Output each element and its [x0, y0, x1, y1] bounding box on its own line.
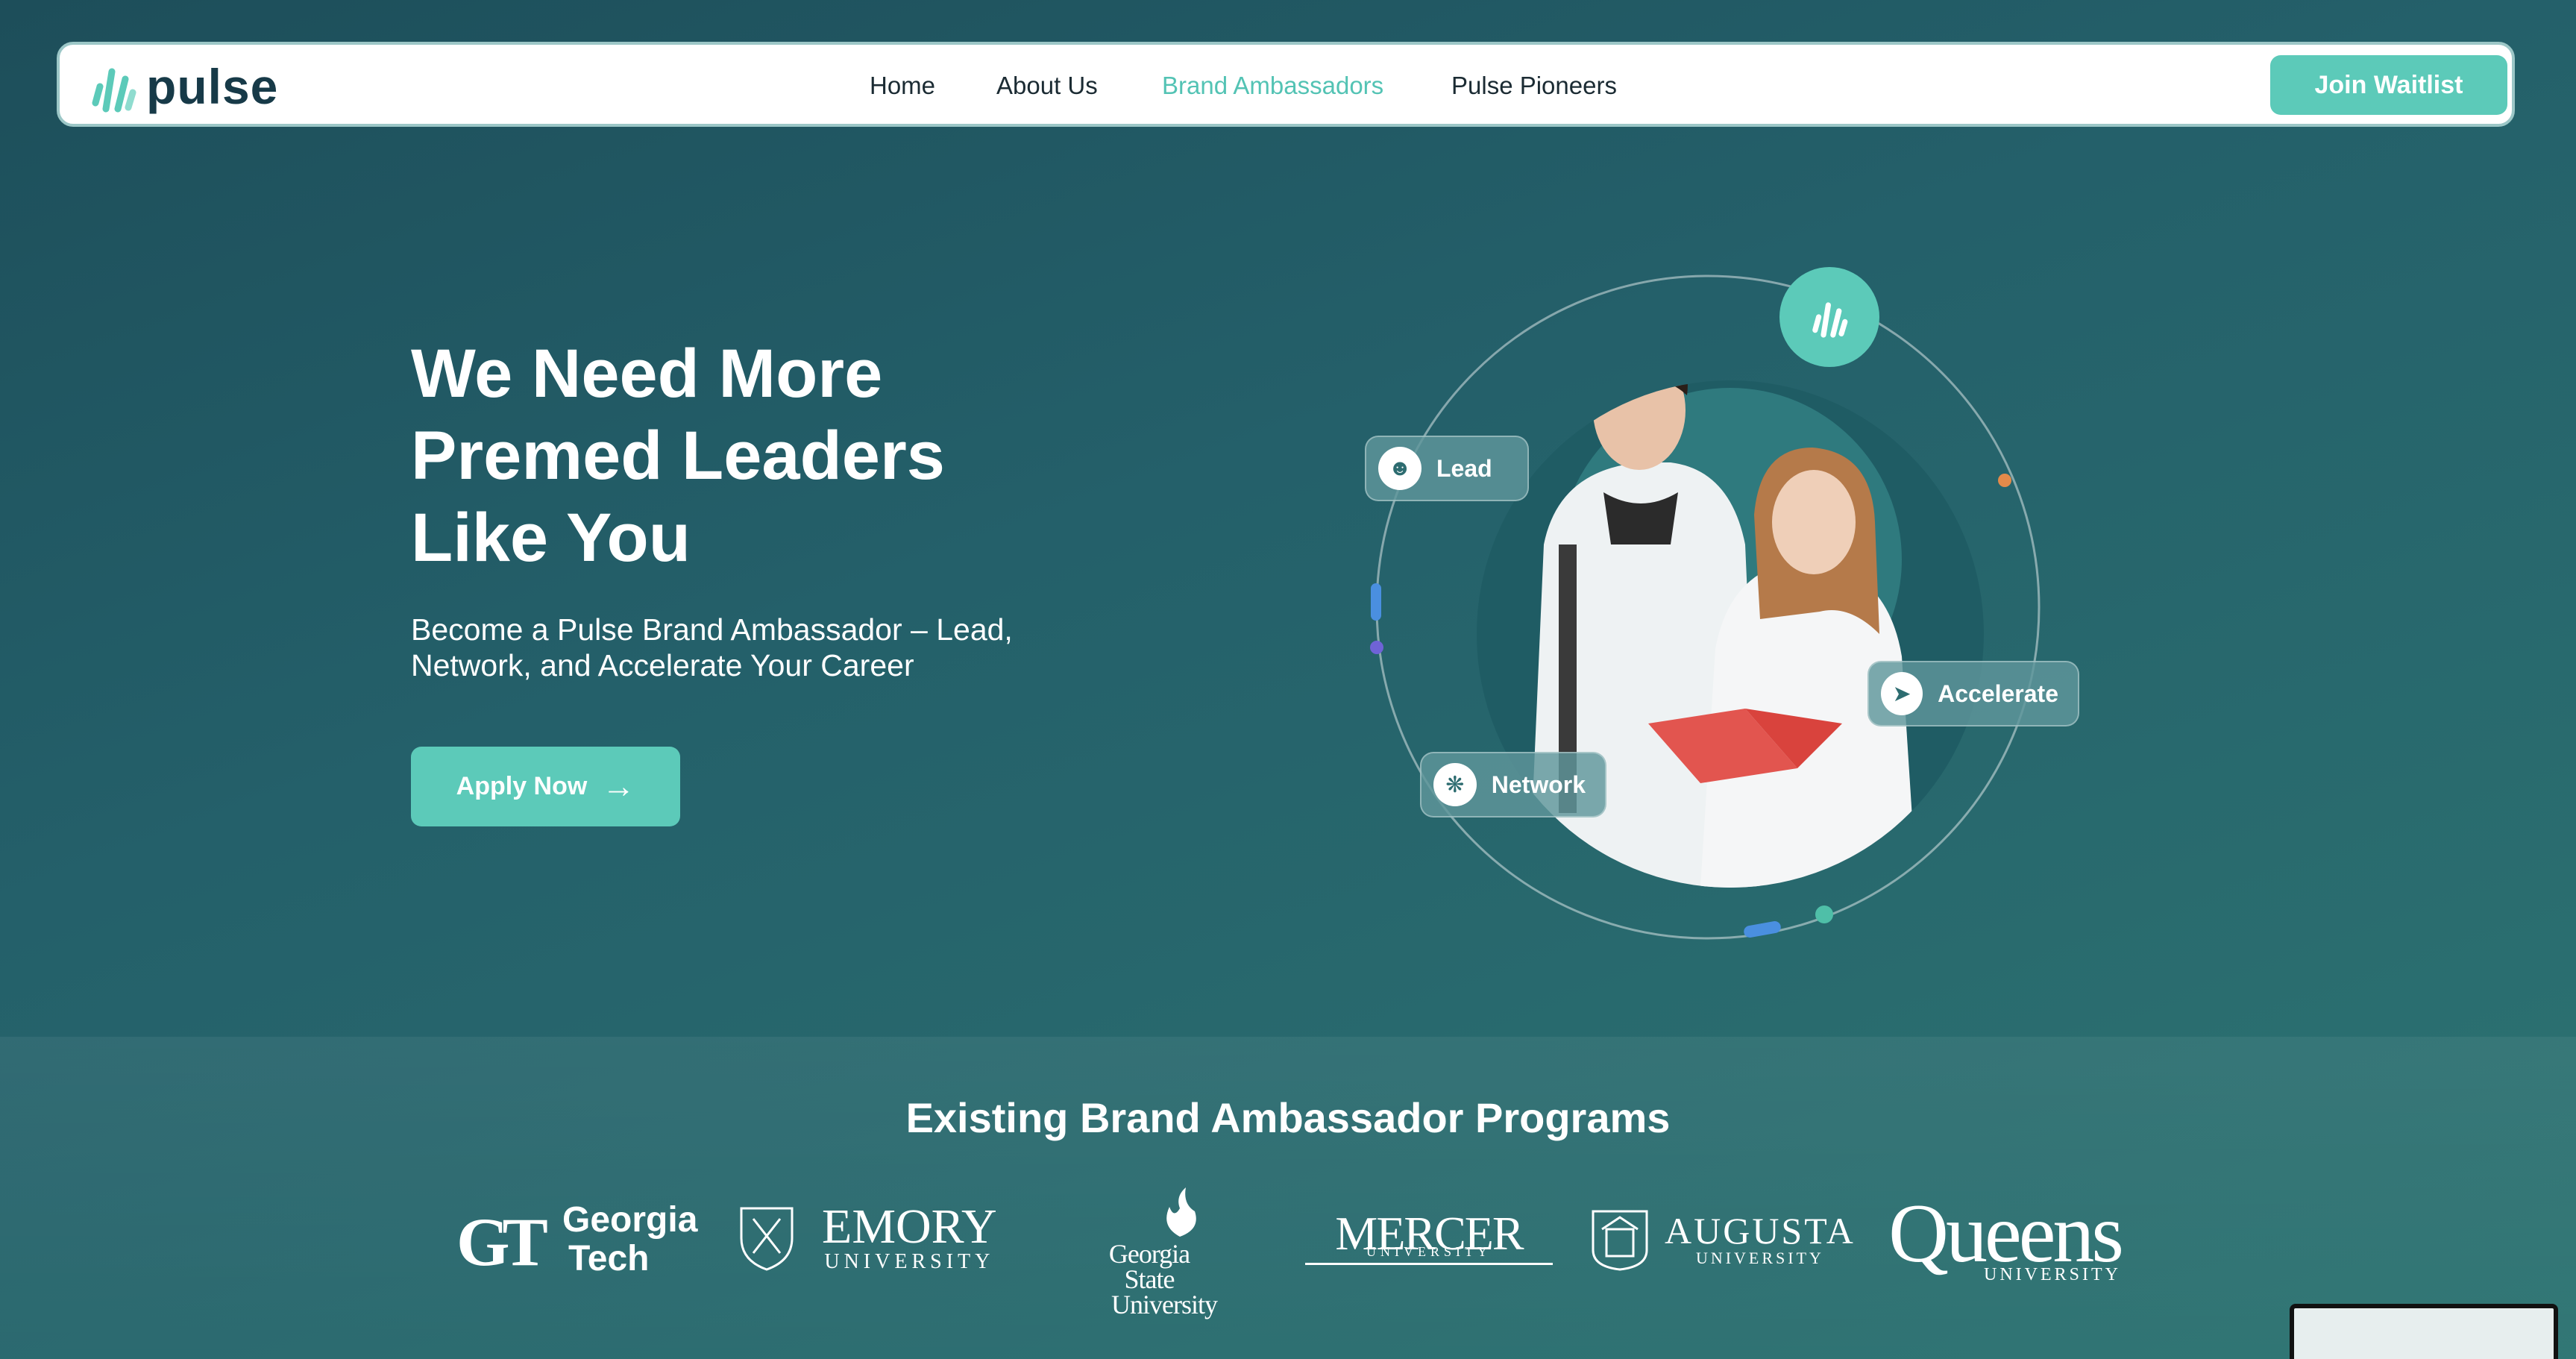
programs-section: Existing Brand Ambassador Programs GT Ge… — [0, 1037, 2576, 1359]
hero-title: We Need More Premed Leaders Like You — [411, 333, 1082, 579]
gsu-line1: Georgia State — [1108, 1239, 1190, 1294]
georgia-tech-logo: GT Georgia Tech — [456, 1195, 698, 1307]
programs-title: Existing Brand Ambassador Programs — [905, 1094, 1671, 1141]
pulse-logo-icon — [92, 68, 136, 113]
badge-network: ❋ Network — [1420, 752, 1606, 817]
gt-line2: Tech — [568, 1239, 650, 1278]
flame-icon — [1166, 1187, 1196, 1237]
hero-title-line: We Need More — [411, 336, 883, 412]
mercer-underline — [1305, 1263, 1553, 1265]
top-navbar: pulse Home About Us Brand Ambassadors Pu… — [57, 42, 2515, 127]
apply-now-label: Apply Now — [456, 772, 588, 800]
augusta-line1: AUGUSTA — [1665, 1210, 1856, 1252]
orbit-dash — [1371, 583, 1381, 621]
badge-accelerate: ➤ Accelerate — [1867, 661, 2079, 726]
hero-subtitle-line: Network, and Accelerate Your Career — [411, 648, 914, 682]
georgia-state-logo: Georgia State University — [1074, 1187, 1218, 1318]
hero-title-line: Like You — [411, 500, 691, 576]
emory-shield-icon — [740, 1207, 794, 1271]
hero-illustration: ☻ Lead ❋ Network ➤ Accelerate — [1357, 261, 2079, 970]
apply-now-button[interactable]: Apply Now → — [411, 747, 680, 826]
orbit-dash — [1744, 921, 1781, 938]
badge-lead: ☻ Lead — [1365, 436, 1529, 501]
badge-label: Network — [1491, 770, 1586, 798]
join-waitlist-button[interactable]: Join Waitlist — [2270, 55, 2507, 115]
nav-pulse-pioneers[interactable]: Pulse Pioneers — [1451, 72, 1617, 100]
nav-about-us[interactable]: About Us — [996, 72, 1098, 100]
queens-line1: Queens — [1888, 1187, 2124, 1280]
badge-label: Lead — [1436, 454, 1492, 482]
gt-monogram: GT — [456, 1204, 548, 1280]
nav-brand-ambassadors[interactable]: Brand Ambassadors — [1162, 72, 1383, 100]
orbit-dot — [1370, 641, 1383, 654]
badge-label: Accelerate — [1938, 680, 2058, 707]
nav-home[interactable]: Home — [870, 72, 935, 100]
pulse-bubble-icon — [1779, 267, 1879, 367]
gt-line1: Georgia — [562, 1200, 698, 1240]
preview-thumbnail[interactable] — [2290, 1304, 2558, 1359]
mercer-logo: MERCER UNIVERSITY — [1305, 1195, 1553, 1307]
logo-text: pulse — [146, 59, 279, 114]
orbit-dot — [1815, 906, 1833, 923]
emory-line1: EMORY — [822, 1199, 997, 1254]
gsu-line2: University — [1111, 1290, 1218, 1319]
emory-line2: UNIVERSITY — [824, 1250, 995, 1273]
emory-logo: EMORY UNIVERSITY — [738, 1195, 997, 1307]
hero-subtitle: Become a Pulse Brand Ambassador – Lead, … — [411, 612, 1082, 683]
hero-title-line: Premed Leaders — [411, 418, 945, 494]
network-icon: ❋ — [1433, 763, 1477, 806]
augusta-seal-icon — [1592, 1210, 1648, 1271]
augusta-logo: AUGUSTA UNIVERSITY — [1590, 1195, 1853, 1307]
rocket-icon: ➤ — [1881, 672, 1923, 715]
team-icon: ☻ — [1378, 447, 1421, 490]
queens-logo: Queens UNIVERSITY — [1875, 1187, 2124, 1307]
pulse-logo[interactable]: pulse — [89, 57, 278, 116]
arrow-right-icon: → — [602, 768, 635, 805]
hero-subtitle-line: Become a Pulse Brand Ambassador – Lead, — [411, 612, 1013, 647]
